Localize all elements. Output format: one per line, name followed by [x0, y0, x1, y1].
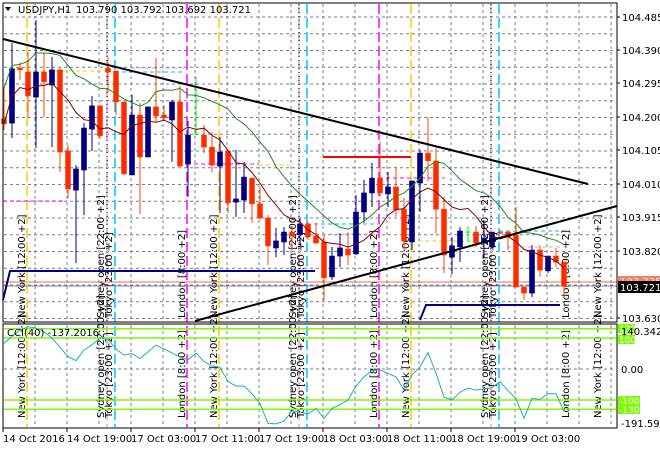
candle-bearish [97, 105, 103, 137]
price-tick-label: 104.390 [622, 46, 660, 57]
new-york-session-label: New York [12:00 +2] [401, 314, 412, 418]
cci-zero-label: 0.00 [621, 365, 643, 376]
tokyo-session-label: Tokyo [23:00 +2] [296, 232, 307, 319]
candle-bullish [337, 247, 343, 257]
candle-bullish [529, 249, 535, 294]
candle-bearish [473, 231, 479, 244]
candle-bearish [201, 134, 207, 148]
candle-bullish [281, 231, 287, 243]
candle-bullish [241, 176, 247, 201]
time-tick-label: 14 Oct 2016 [3, 434, 65, 445]
london-session-label: London [8:00 +2] [177, 330, 188, 418]
price-tick-label: 103.630 [622, 314, 660, 325]
time-tick-label: 18 Oct 11:00 [387, 434, 452, 445]
price-tick-label: 104.485 [622, 13, 660, 24]
candle-bearish [425, 152, 431, 162]
tokyo-session-label: Tokyo [23:00 +2] [296, 332, 307, 419]
candle-bullish [185, 134, 191, 165]
cci-level-minus130-label: -130 [619, 406, 640, 416]
new-york-session-label: New York [12:00 +2] [593, 314, 604, 418]
price-tick-label: 104.200 [622, 113, 660, 124]
candle-bearish [161, 114, 167, 119]
candle-bearish [65, 150, 71, 190]
candle-bullish [273, 240, 279, 249]
candle-bullish [409, 180, 415, 243]
price-tick-label: 104.105 [622, 146, 660, 157]
candle-bullish [33, 71, 39, 98]
candle-bearish [17, 67, 23, 71]
candle-bullish [457, 230, 463, 248]
time-tick-label: 19 Oct 03:00 [515, 434, 580, 445]
time-tick-label: 17 Oct 03:00 [131, 434, 196, 445]
candle-bullish [89, 105, 95, 130]
tokyo-session-label: Tokyo [23:00 +2] [104, 232, 115, 319]
london-session-label: London [8:00 +2] [369, 330, 380, 418]
candle-bullish [385, 186, 391, 195]
candle-bearish [249, 177, 255, 205]
candle-bearish [433, 160, 439, 210]
price-chart[interactable]: New York [12:00 +2]New York [12:00 +2]Ne… [0, 0, 660, 450]
cci-min-label: -191.5962 [621, 419, 660, 430]
price-tick-label: 104.295 [622, 79, 660, 90]
candle-bearish [441, 208, 447, 256]
candle-bearish [105, 67, 111, 73]
time-tick-label: 18 Oct 19:00 [451, 434, 516, 445]
candle-bearish [25, 71, 31, 97]
cci-title: CCI(40) -137.2016 [7, 328, 99, 339]
last-price-label: 103.721 [620, 283, 660, 294]
candle-bearish [177, 101, 183, 167]
candle-bearish [497, 231, 503, 234]
time-tick-label: 18 Oct 03:00 [323, 434, 388, 445]
candle-bearish [113, 70, 119, 103]
candle-bearish [57, 69, 63, 153]
candle-bearish [257, 203, 263, 219]
price-tick-label: 103.915 [622, 213, 660, 224]
candle-bearish [345, 248, 351, 256]
candle-bullish [369, 177, 375, 194]
symbol-label: USDJPY,H1 [18, 5, 71, 16]
time-tick-label: 14 Oct 19:00 [67, 434, 132, 445]
candle-bearish [265, 217, 271, 247]
new-york-session-label: New York [12:00 +2] [593, 214, 604, 318]
candle-bearish [209, 146, 215, 166]
time-tick-label: 17 Oct 11:00 [195, 434, 260, 445]
candle-bullish [329, 255, 335, 278]
new-york-session-label: New York [12:00 +2] [209, 214, 220, 318]
candle-bearish [41, 71, 47, 83]
price-tick-label: 103.820 [622, 247, 660, 258]
candle-bullish [361, 192, 367, 213]
candle-bearish [225, 150, 231, 204]
new-york-session-label: New York [12:00 +2] [17, 214, 28, 318]
candle-bullish [353, 211, 359, 255]
candle-bearish [521, 286, 527, 294]
candle-bullish [297, 223, 303, 236]
candle-bullish [217, 151, 223, 167]
candle-bullish [145, 106, 151, 158]
candle-bullish [81, 127, 87, 171]
cci-level-100-label: 100 [619, 336, 636, 346]
candle-bearish [321, 241, 327, 279]
candle-bearish [153, 106, 159, 117]
ohlc-readout: 103.790 103.792 103.692 103.721 [76, 5, 251, 16]
candle-bullish [73, 168, 79, 191]
tokyo-session-label: Tokyo [23:00 +2] [488, 332, 499, 419]
candle-bearish [289, 231, 295, 237]
london-session-label: London [8:00 +2] [561, 330, 572, 418]
price-tick-label: 104.010 [622, 180, 660, 191]
candle-bullish [233, 198, 239, 203]
candle-bearish [377, 177, 383, 194]
candle-bearish [537, 249, 543, 271]
candle-bullish [129, 114, 135, 176]
candle-bullish [169, 101, 175, 121]
candle-bearish [313, 235, 319, 244]
candle-bearish [121, 101, 127, 175]
candle-bearish [137, 114, 143, 158]
candle-bearish [401, 208, 407, 242]
london-session-label: London [8:00 +2] [177, 230, 188, 318]
time-tick-label: 17 Oct 19:00 [259, 434, 324, 445]
